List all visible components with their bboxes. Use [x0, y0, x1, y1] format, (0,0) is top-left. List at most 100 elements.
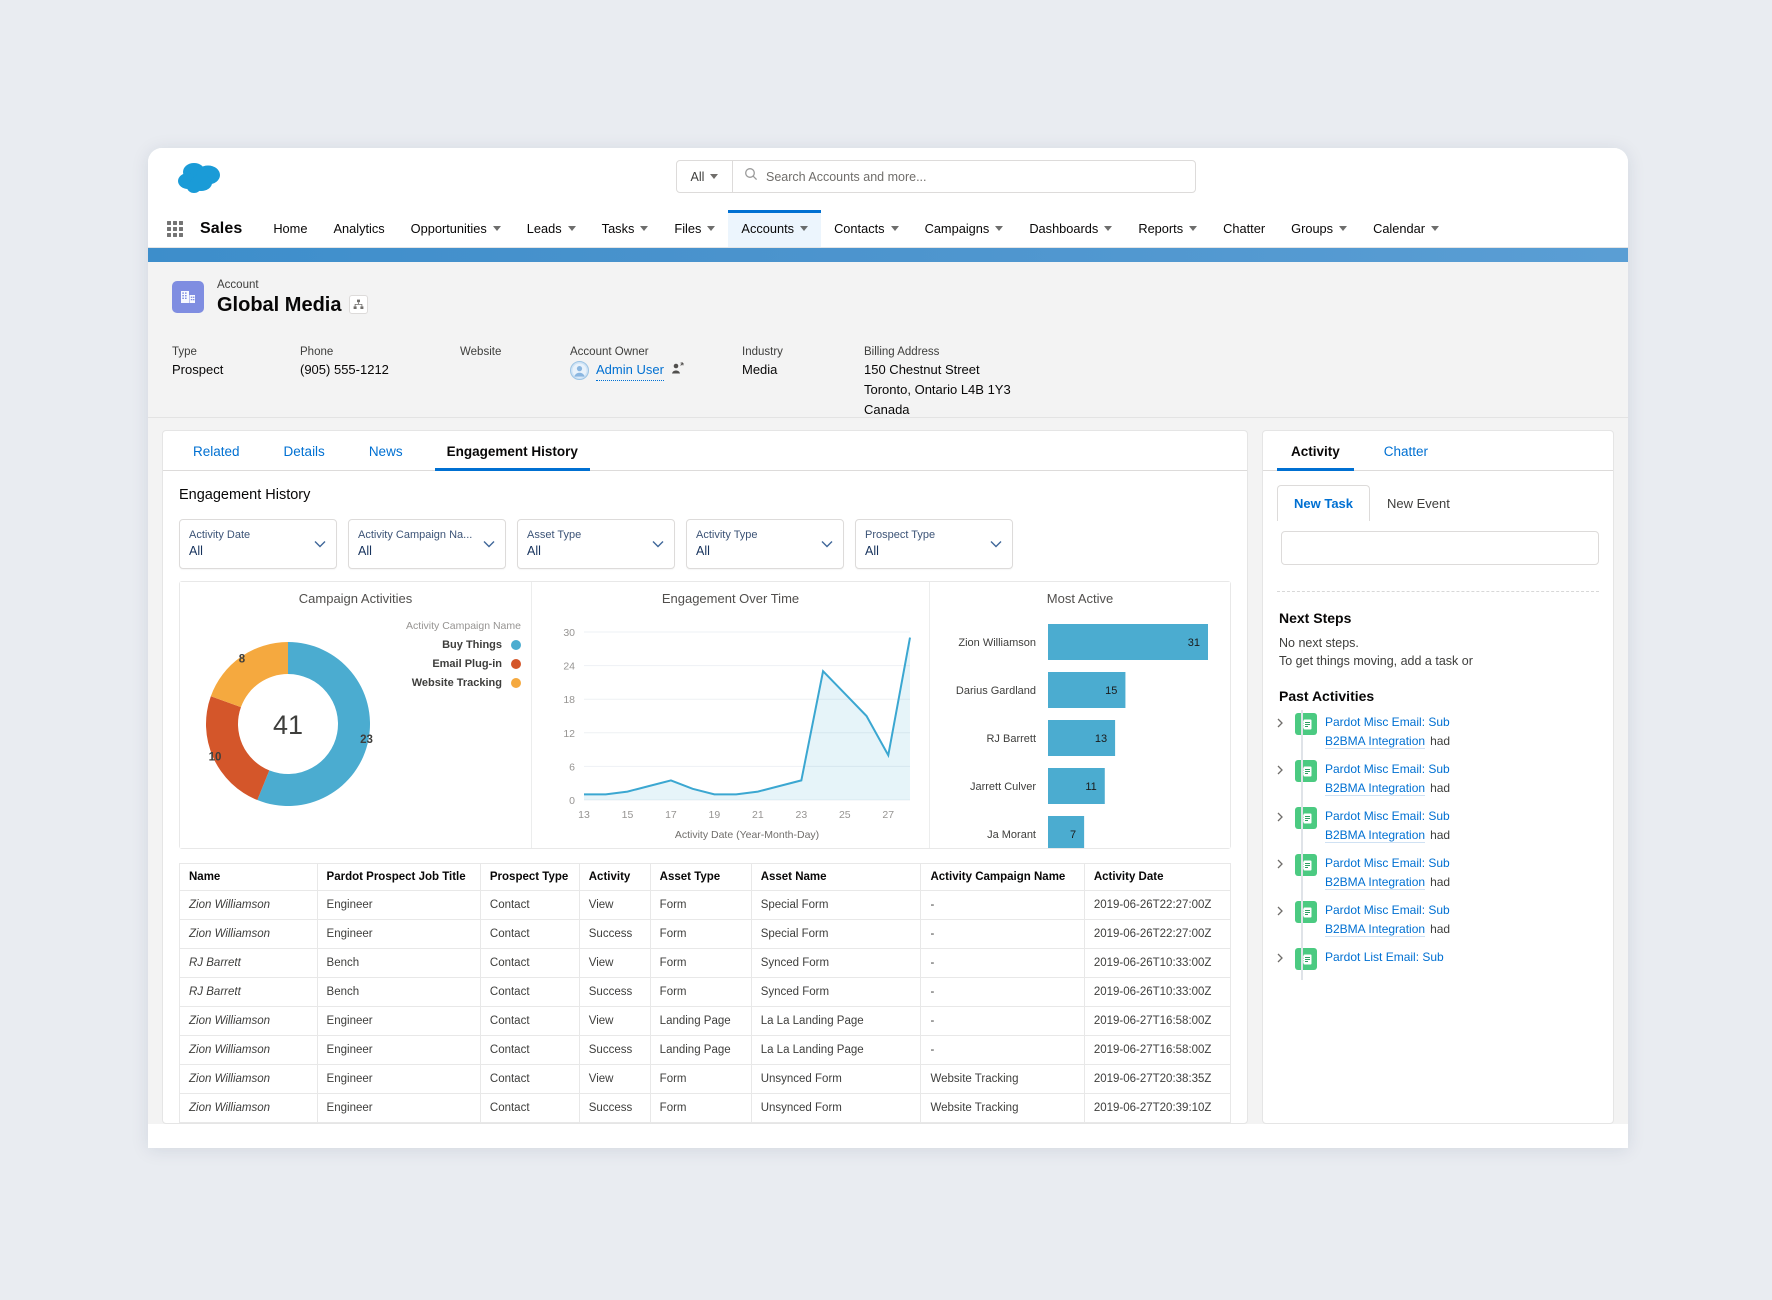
activity-item[interactable]: Pardot Misc Email: SubB2BMA Integrationh… — [1263, 704, 1613, 751]
activity-text: Pardot List Email: Sub — [1325, 948, 1444, 967]
activity-title[interactable]: Pardot List Email: Sub — [1325, 948, 1444, 967]
nav-item-opportunities[interactable]: Opportunities — [398, 210, 514, 247]
chevron-right-icon[interactable] — [1277, 948, 1287, 966]
activity-item[interactable]: Pardot Misc Email: SubB2BMA Integrationh… — [1263, 845, 1613, 892]
activity-title[interactable]: Pardot Misc Email: Sub — [1325, 713, 1450, 732]
filter-activity-campaign-na[interactable]: Activity Campaign Na...All — [348, 519, 506, 569]
new-task-subject-input[interactable] — [1281, 531, 1599, 565]
record-body: RelatedDetailsNewsEngagement History Eng… — [148, 418, 1628, 1124]
activity-title[interactable]: Pardot Misc Email: Sub — [1325, 854, 1450, 873]
filter-value: All — [527, 543, 665, 560]
column-header[interactable]: Asset Name — [751, 864, 921, 891]
filter-label: Activity Type — [696, 528, 814, 543]
chevron-right-icon[interactable] — [1277, 854, 1287, 872]
activity-item[interactable]: Pardot Misc Email: SubB2BMA Integrationh… — [1263, 798, 1613, 845]
chevron-right-icon[interactable] — [1277, 713, 1287, 731]
tab-activity[interactable]: Activity — [1269, 431, 1362, 470]
field-label: Industry — [742, 344, 864, 360]
activity-actor-link[interactable]: B2BMA Integration — [1325, 828, 1425, 843]
tab-news[interactable]: News — [347, 431, 425, 470]
next-steps-empty-line2: To get things moving, add a task or — [1263, 652, 1613, 670]
activity-title[interactable]: Pardot Misc Email: Sub — [1325, 760, 1450, 779]
filter-activity-type[interactable]: Activity TypeAll — [686, 519, 844, 569]
subtab-new-event[interactable]: New Event — [1370, 485, 1467, 521]
column-header[interactable]: Name — [180, 864, 318, 891]
nav-item-groups[interactable]: Groups — [1278, 210, 1360, 247]
filter-asset-type[interactable]: Asset TypeAll — [517, 519, 675, 569]
nav-item-label: Contacts — [834, 221, 885, 236]
donut-chart-svg: 2310841 — [180, 614, 532, 846]
tab-related[interactable]: Related — [171, 431, 262, 470]
engagement-over-time-chart: Engagement Over Time 0612182430131517192… — [532, 582, 930, 848]
search-input[interactable] — [766, 170, 1195, 184]
nav-item-contacts[interactable]: Contacts — [821, 210, 912, 247]
column-header[interactable]: Asset Type — [650, 864, 751, 891]
account-owner-link[interactable]: Admin User — [596, 360, 664, 381]
activity-actor-link[interactable]: B2BMA Integration — [1325, 875, 1425, 890]
column-header[interactable]: Activity Date — [1084, 864, 1230, 891]
app-launcher-icon[interactable] — [160, 210, 190, 247]
filter-prospect-type[interactable]: Prospect TypeAll — [855, 519, 1013, 569]
chevron-down-icon — [493, 226, 501, 231]
svg-text:10: 10 — [209, 752, 222, 764]
change-owner-icon[interactable] — [671, 361, 684, 381]
chevron-right-icon[interactable] — [1277, 760, 1287, 778]
field-type: Type Prospect — [172, 344, 300, 420]
activity-actor-link[interactable]: B2BMA Integration — [1325, 734, 1425, 749]
nav-item-label: Groups — [1291, 221, 1333, 236]
tab-details[interactable]: Details — [262, 431, 347, 470]
column-header[interactable]: Pardot Prospect Job Title — [317, 864, 480, 891]
column-header[interactable]: Activity — [579, 864, 650, 891]
activity-actor-link[interactable]: B2BMA Integration — [1325, 781, 1425, 796]
activity-item[interactable]: Pardot Misc Email: SubB2BMA Integrationh… — [1263, 751, 1613, 798]
nav-item-campaigns[interactable]: Campaigns — [912, 210, 1017, 247]
activity-item[interactable]: Pardot Misc Email: SubB2BMA Integrationh… — [1263, 892, 1613, 939]
activity-title[interactable]: Pardot Misc Email: Sub — [1325, 807, 1450, 826]
table-cell: - — [921, 1036, 1084, 1065]
tab-chatter[interactable]: Chatter — [1362, 431, 1450, 470]
nav-item-reports[interactable]: Reports — [1125, 210, 1210, 247]
area-chart-svg: 06121824301315171921232527Activity Date … — [532, 610, 930, 848]
tab-engagement-history[interactable]: Engagement History — [425, 431, 600, 470]
nav-item-tasks[interactable]: Tasks — [589, 210, 662, 247]
table-cell: Form — [650, 1094, 751, 1123]
svg-text:0: 0 — [569, 795, 575, 807]
account-icon — [172, 281, 204, 313]
nav-item-dashboards[interactable]: Dashboards — [1016, 210, 1125, 247]
svg-text:30: 30 — [563, 627, 575, 639]
activity-item[interactable]: Pardot List Email: Sub — [1263, 939, 1613, 970]
nav-item-accounts[interactable]: Accounts — [728, 210, 821, 247]
chevron-down-icon — [1339, 226, 1347, 231]
account-hierarchy-icon[interactable] — [349, 295, 368, 314]
nav-item-home[interactable]: Home — [260, 210, 320, 247]
table-cell: Engineer — [317, 891, 480, 920]
activity-actor-link[interactable]: B2BMA Integration — [1325, 922, 1425, 937]
app-name[interactable]: Sales — [196, 210, 260, 247]
chart-title: Most Active — [930, 582, 1230, 606]
field-billing-address: Billing Address 150 Chestnut Street Toro… — [864, 344, 1164, 420]
nav-item-chatter[interactable]: Chatter — [1210, 210, 1278, 247]
activity-title[interactable]: Pardot Misc Email: Sub — [1325, 901, 1450, 920]
chevron-right-icon[interactable] — [1277, 807, 1287, 825]
subtab-new-task[interactable]: New Task — [1277, 485, 1370, 521]
field-value: 150 Chestnut Street Toronto, Ontario L4B… — [864, 360, 1164, 420]
nav-item-leads[interactable]: Leads — [514, 210, 589, 247]
nav-item-label: Home — [273, 221, 307, 236]
nav-item-label: Chatter — [1223, 221, 1265, 236]
search-scope-dropdown[interactable]: All — [677, 161, 733, 192]
table-cell: View — [579, 949, 650, 978]
table-row: RJ BarrettBenchContactViewFormSynced For… — [180, 949, 1231, 978]
table-cell: Success — [579, 920, 650, 949]
nav-item-analytics[interactable]: Analytics — [320, 210, 397, 247]
record-banner-strip — [148, 248, 1628, 262]
table-cell: Landing Page — [650, 1036, 751, 1065]
nav-item-calendar[interactable]: Calendar — [1360, 210, 1452, 247]
filter-activity-date[interactable]: Activity DateAll — [179, 519, 337, 569]
svg-text:Zion Williamson: Zion Williamson — [958, 637, 1036, 649]
chevron-right-icon[interactable] — [1277, 901, 1287, 919]
column-header[interactable]: Activity Campaign Name — [921, 864, 1084, 891]
column-header[interactable]: Prospect Type — [480, 864, 579, 891]
field-label: Phone — [300, 344, 460, 360]
nav-item-files[interactable]: Files — [661, 210, 728, 247]
global-search[interactable]: All — [676, 160, 1196, 193]
